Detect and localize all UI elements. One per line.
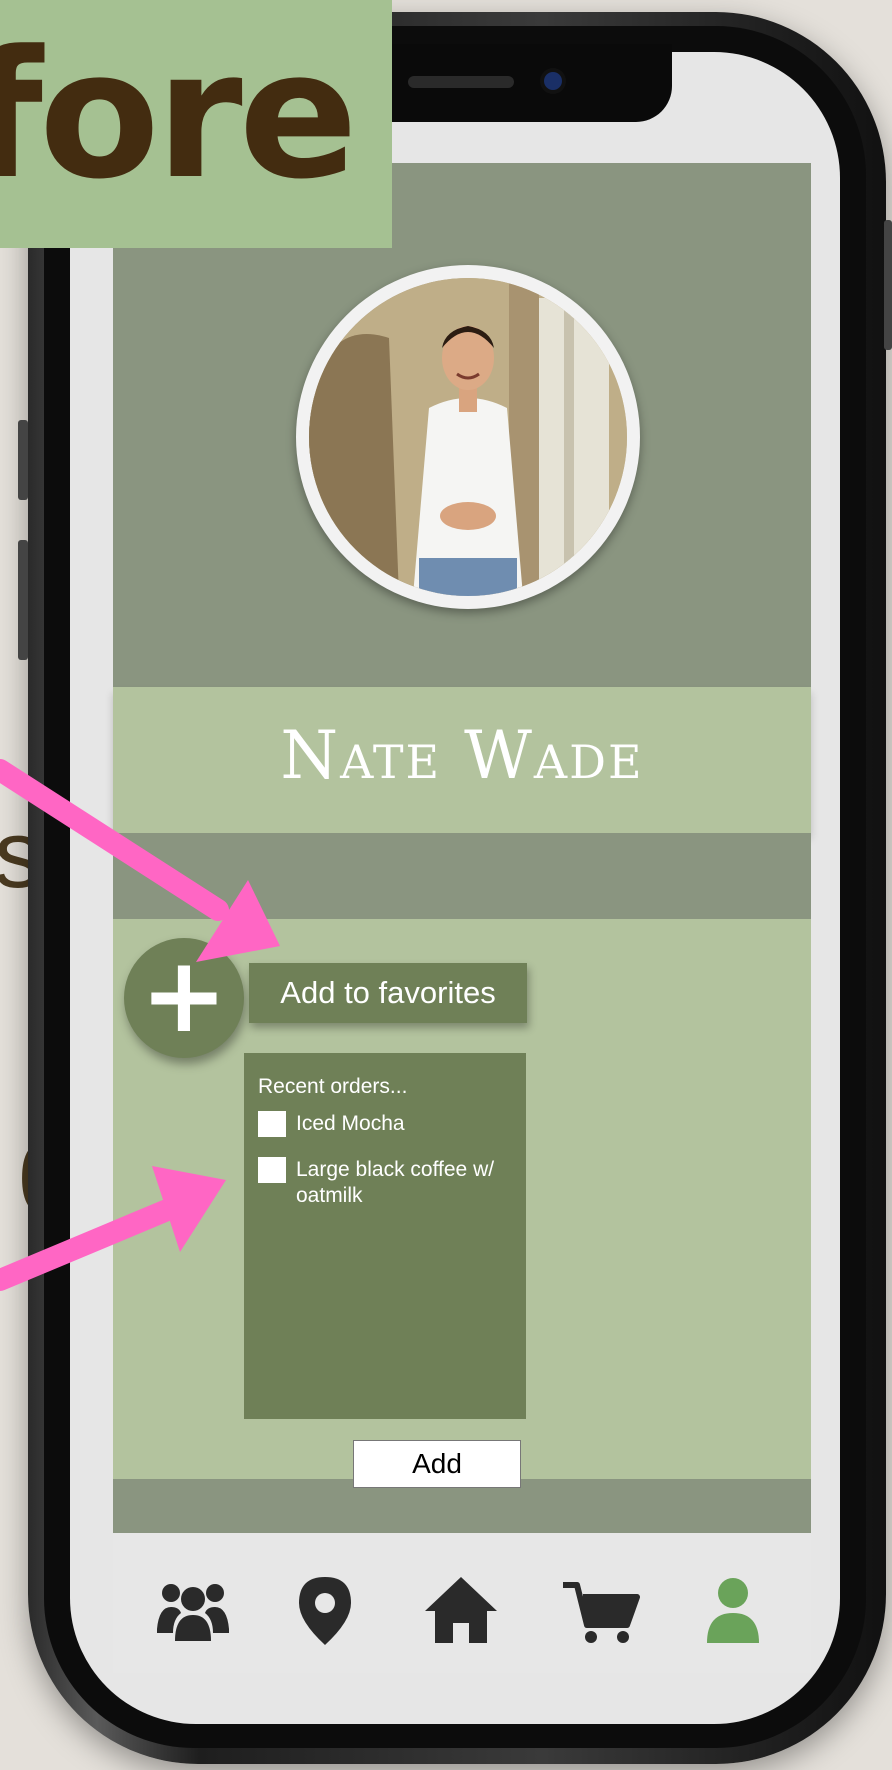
before-banner-text: efore — [0, 13, 358, 218]
arrow-to-favorites — [0, 759, 280, 962]
annotation-arrows — [0, 759, 280, 1291]
before-banner: efore — [0, 0, 392, 248]
arrow-to-recent-orders — [0, 1166, 226, 1291]
